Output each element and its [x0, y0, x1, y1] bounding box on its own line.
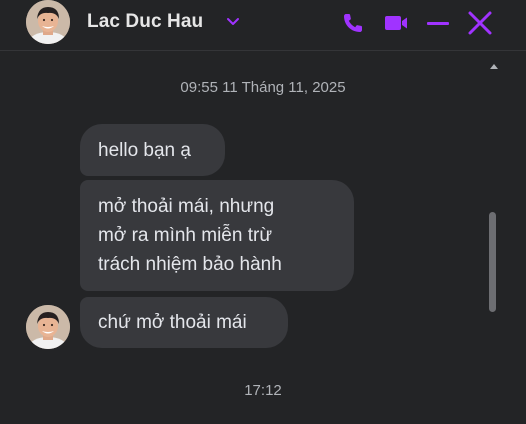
- close-icon[interactable]: [467, 10, 493, 36]
- video-camera-icon[interactable]: [383, 10, 409, 36]
- contact-name[interactable]: Lac Duc Hau: [87, 11, 203, 33]
- time-separator: 17:12: [244, 382, 282, 399]
- scrollbar-thumb[interactable]: [489, 212, 496, 312]
- message-text: hello bạn ạ: [98, 140, 191, 161]
- message-text-line: mở thoải mái, nhưng: [98, 196, 275, 217]
- contact-avatar[interactable]: [26, 0, 70, 44]
- avatar-image: [26, 305, 70, 349]
- date-separator: 09:55 11 Tháng 11, 2025: [180, 79, 346, 96]
- phone-icon[interactable]: [340, 10, 366, 36]
- scroll-up-arrow-icon[interactable]: [489, 62, 499, 70]
- message-list[interactable]: 09:55 11 Tháng 11, 2025 hello bạn ạ mở t…: [0, 51, 526, 424]
- message-bubble[interactable]: hello bạn ạ: [80, 124, 225, 176]
- sender-avatar[interactable]: [26, 305, 70, 349]
- chat-header: Lac Duc Hau: [0, 0, 526, 51]
- message-bubble[interactable]: mở thoải mái, nhưng mở ra mình miễn trừ …: [80, 180, 354, 291]
- message-text: chứ mở thoải mái: [98, 312, 247, 333]
- avatar-image: [26, 0, 70, 44]
- message-text-line: mở ra mình miễn trừ: [98, 225, 273, 246]
- message-bubble[interactable]: chứ mở thoải mái: [80, 297, 288, 348]
- chat-window: Lac Duc Hau 09:55 11 Tháng 11, 2025 hell…: [0, 0, 526, 424]
- chevron-down-icon[interactable]: [226, 15, 240, 29]
- minimize-icon[interactable]: [425, 10, 451, 36]
- message-text-line: trách nhiệm bảo hành: [98, 254, 282, 275]
